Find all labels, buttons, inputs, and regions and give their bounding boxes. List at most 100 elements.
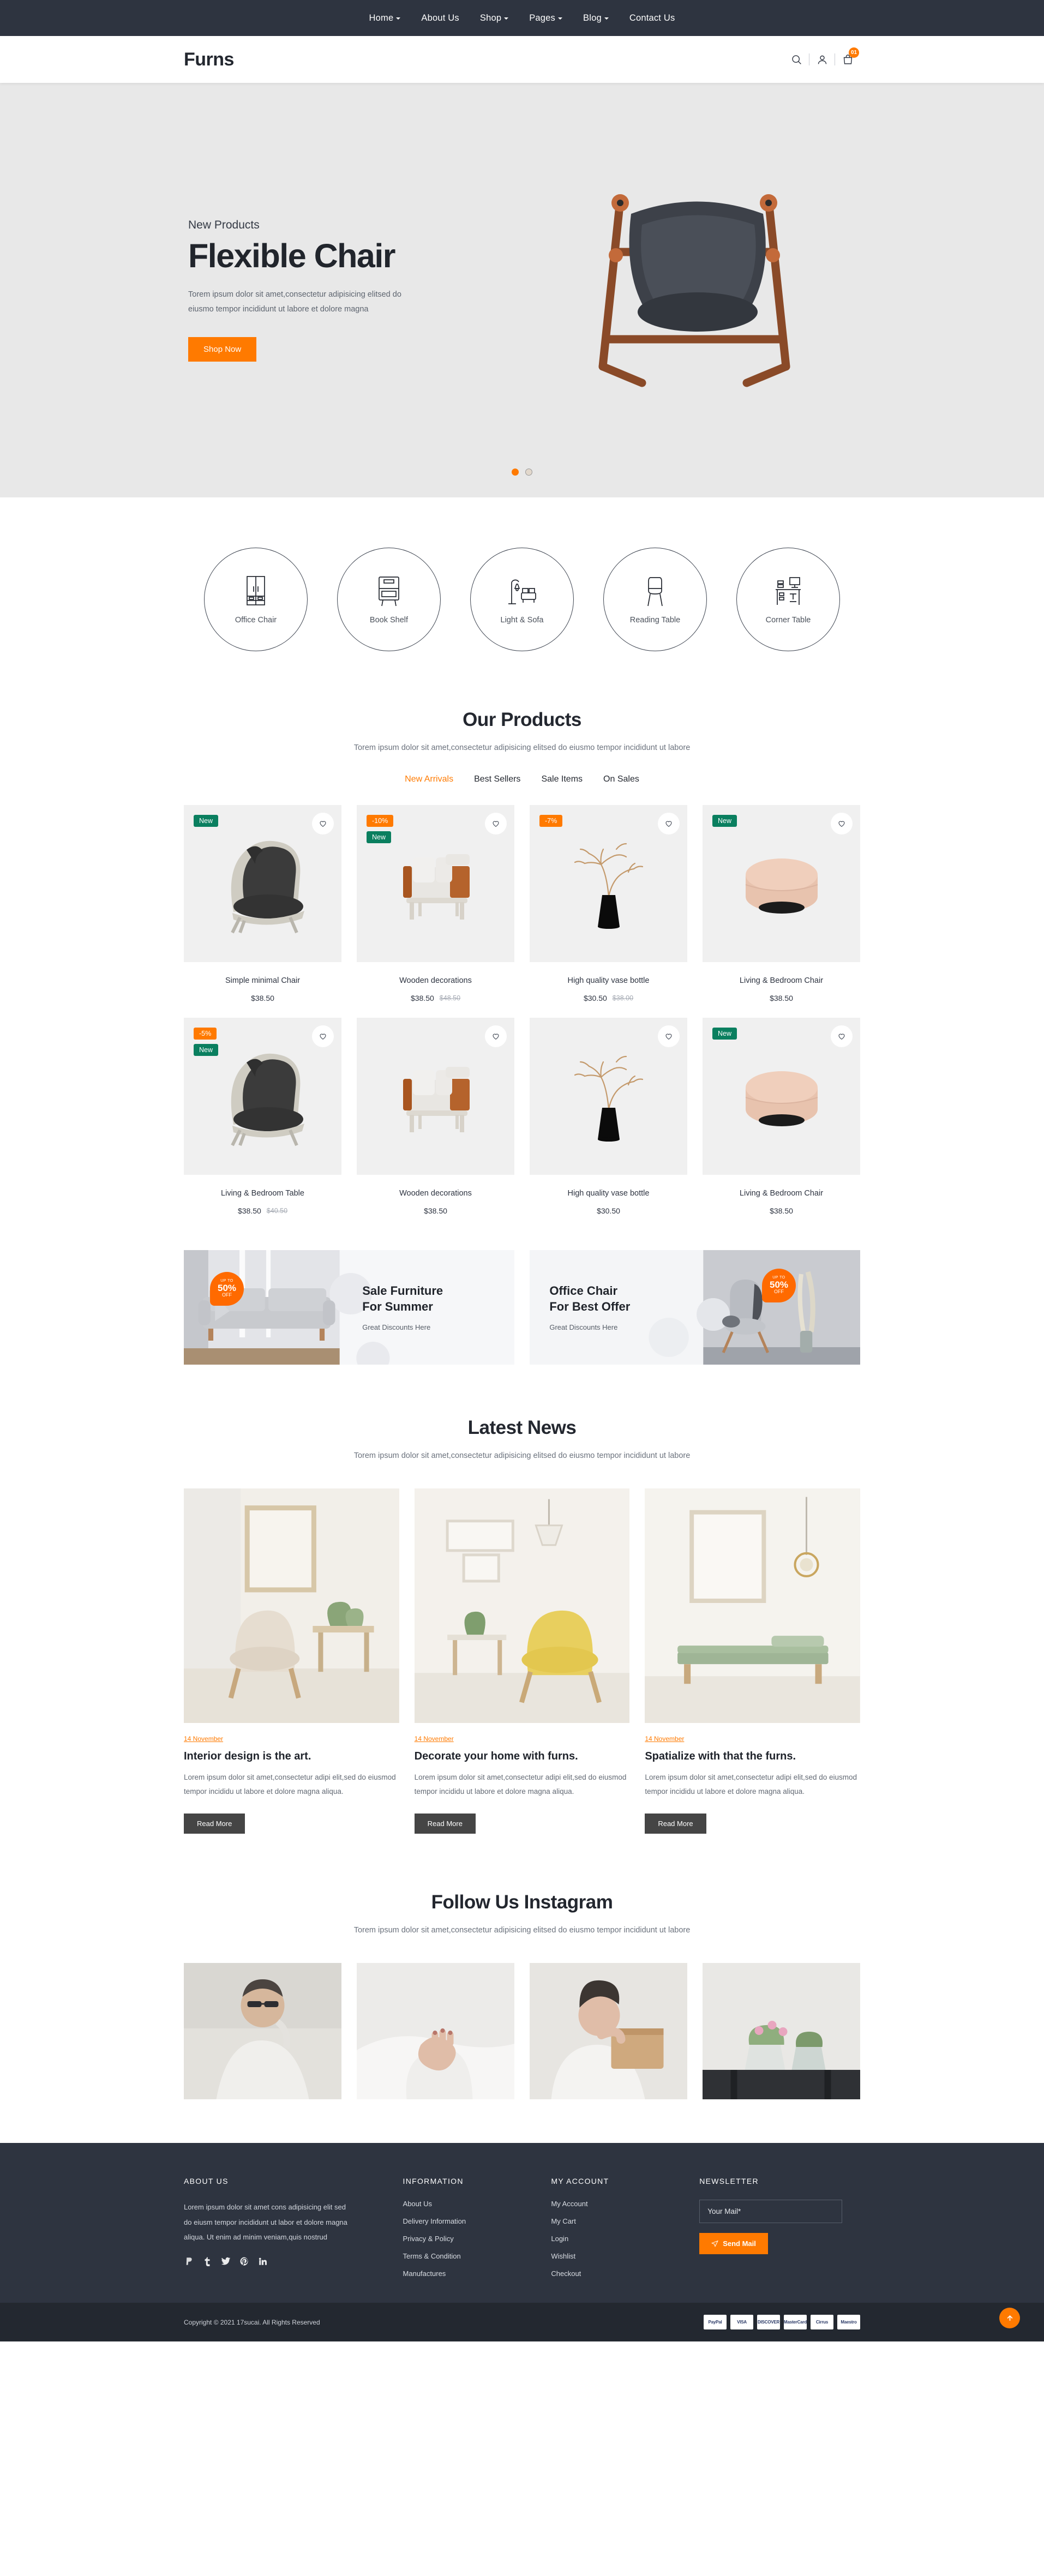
tab-sale-items[interactable]: Sale Items (541, 774, 583, 784)
category-corner-table[interactable]: Corner Table (736, 548, 840, 651)
nav-item-about-us[interactable]: About Us (421, 13, 459, 23)
search-icon[interactable] (784, 49, 809, 70)
pinterest-icon[interactable] (239, 2256, 249, 2269)
product-card[interactable]: -7% High quality vase bottle $30.50 $38.0… (530, 804, 687, 1002)
news-date[interactable]: 14 November (184, 1735, 223, 1743)
latest-news-section: Latest News Torem ipsum dolor sit amet,c… (0, 1386, 1044, 1861)
nav-item-contact-us[interactable]: Contact Us (629, 13, 675, 23)
product-image-area[interactable]: New (703, 1017, 860, 1175)
news-date[interactable]: 14 November (415, 1735, 454, 1743)
footer-my-account-links: My Account My Cart Login Wishlist Checko… (551, 2200, 680, 2278)
instagram-photo-3[interactable] (530, 1963, 687, 2100)
product-card[interactable]: New Simple minimal Chair $38.50 (184, 804, 341, 1002)
product-name[interactable]: High quality vase bottle (530, 976, 687, 985)
product-image-area[interactable]: -7% (530, 804, 687, 962)
linkedin-icon[interactable] (258, 2256, 268, 2269)
product-card[interactable]: New Living & Bedroom Chair $38.50 (703, 1017, 860, 1215)
footer-link-my-account[interactable]: My Account (551, 2200, 680, 2208)
nav-label: Blog (583, 13, 602, 23)
product-card[interactable]: -5% New Living & Bedroom Table $38.50 $40.… (184, 1017, 341, 1215)
instagram-heading: Follow Us Instagram Torem ipsum dolor si… (184, 1892, 860, 1938)
nav-item-home[interactable]: Home (369, 13, 401, 23)
product-card[interactable]: High quality vase bottle $30.50 (530, 1017, 687, 1215)
newsletter-email-input[interactable] (699, 2200, 843, 2224)
news-title[interactable]: Decorate your home with furns. (415, 1750, 630, 1763)
product-image-area[interactable]: -5% New (184, 1017, 341, 1175)
category-office-chair[interactable]: Office Chair (204, 548, 308, 651)
wishlist-heart-icon[interactable] (312, 812, 334, 834)
product-image-area[interactable] (530, 1017, 687, 1175)
product-name[interactable]: Wooden decorations (357, 976, 514, 985)
paypal-icon[interactable] (184, 2256, 194, 2269)
footer-link-delivery-information[interactable]: Delivery Information (403, 2217, 532, 2225)
product-name[interactable]: High quality vase bottle (530, 1189, 687, 1198)
news-image[interactable] (414, 1488, 630, 1724)
product-price-row: $30.50 $38.00 (530, 994, 687, 1002)
category-light-sofa[interactable]: Light & Sofa (470, 548, 574, 651)
nav-item-blog[interactable]: Blog (583, 13, 609, 23)
category-book-shelf[interactable]: Book Shelf (337, 548, 441, 651)
news-title[interactable]: Spatialize with that the furns. (645, 1750, 860, 1763)
wishlist-heart-icon[interactable] (831, 1025, 853, 1047)
news-date[interactable]: 14 November (645, 1735, 684, 1743)
read-more-button[interactable]: Read More (184, 1813, 245, 1834)
instagram-photo-1[interactable] (184, 1963, 341, 2100)
footer-link-privacy-policy[interactable]: Privacy & Policy (403, 2235, 532, 2243)
product-name[interactable]: Living & Bedroom Table (184, 1189, 341, 1198)
carousel-dot-1[interactable] (512, 469, 519, 476)
send-mail-button[interactable]: Send Mail (699, 2233, 768, 2255)
news-image[interactable] (645, 1488, 860, 1724)
wishlist-heart-icon[interactable] (658, 812, 680, 834)
product-card[interactable]: New Living & Bedroom Chair $38.50 (703, 804, 860, 1002)
product-image-area[interactable]: New (703, 804, 860, 962)
footer-link-manufactures[interactable]: Manufactures (403, 2269, 532, 2278)
footer-link-terms-condition[interactable]: Terms & Condition (403, 2252, 532, 2260)
shop-now-button[interactable]: Shop Now (188, 337, 257, 362)
product-card[interactable]: -10% New Wooden decorations $38.50 $48.50 (357, 804, 514, 1002)
tab-new-arrivals[interactable]: New Arrivals (405, 774, 453, 784)
footer-link-checkout[interactable]: Checkout (551, 2269, 680, 2278)
promo-banner-office-chair[interactable]: UP TO 50% OFF Office Chair For Best Offe… (530, 1250, 860, 1365)
tumblr-icon[interactable] (202, 2256, 212, 2269)
tab-on-sales[interactable]: On Sales (603, 774, 639, 784)
footer-link-wishlist[interactable]: Wishlist (551, 2252, 680, 2260)
product-image-area[interactable]: New (184, 804, 341, 962)
news-title[interactable]: Interior design is the art. (184, 1750, 399, 1763)
news-image[interactable] (184, 1488, 399, 1724)
twitter-icon[interactable] (221, 2256, 231, 2269)
footer-link-about-us[interactable]: About Us (403, 2200, 532, 2208)
product-image-area[interactable] (357, 1017, 514, 1175)
wishlist-heart-icon[interactable] (312, 1025, 334, 1047)
product-price-row: $38.50 (703, 994, 860, 1002)
wishlist-heart-icon[interactable] (658, 1025, 680, 1047)
wishlist-heart-icon[interactable] (485, 1025, 507, 1047)
read-more-button[interactable]: Read More (414, 1813, 476, 1834)
promo-banner-summer[interactable]: UP TO 50% OFF Sale Furniture For Summer … (184, 1250, 514, 1365)
nav-item-shop[interactable]: Shop (480, 13, 509, 23)
wishlist-heart-icon[interactable] (831, 812, 853, 834)
user-icon[interactable] (809, 49, 835, 70)
nav-item-pages[interactable]: Pages (529, 13, 562, 23)
product-name[interactable]: Wooden decorations (357, 1189, 514, 1198)
tab-best-sellers[interactable]: Best Sellers (474, 774, 520, 784)
footer-link-my-cart[interactable]: My Cart (551, 2217, 680, 2225)
read-more-button[interactable]: Read More (645, 1813, 706, 1834)
news-card: 14 November Spatialize with that the fur… (645, 1488, 860, 1834)
category-reading-table[interactable]: Reading Table (603, 548, 707, 651)
site-header: Furns 01 (0, 36, 1044, 83)
instagram-photo-4[interactable] (703, 1963, 860, 2100)
carousel-dot-2[interactable] (525, 469, 532, 476)
section-subtitle: Torem ipsum dolor sit amet,consectetur a… (353, 1451, 691, 1460)
site-logo[interactable]: Furns (184, 49, 234, 70)
product-image-area[interactable]: -10% New (357, 804, 514, 962)
instagram-photo-2[interactable] (357, 1963, 514, 2100)
shopping-bag-icon[interactable]: 01 (835, 47, 860, 70)
desk-icon (776, 577, 801, 605)
scroll-to-top-button[interactable] (999, 2308, 1020, 2329)
product-name[interactable]: Living & Bedroom Chair (703, 976, 860, 985)
product-card[interactable]: Wooden decorations $38.50 (357, 1017, 514, 1215)
footer-link-login[interactable]: Login (551, 2235, 680, 2243)
product-name[interactable]: Simple minimal Chair (184, 976, 341, 985)
product-name[interactable]: Living & Bedroom Chair (703, 1189, 860, 1198)
wishlist-heart-icon[interactable] (485, 812, 507, 834)
